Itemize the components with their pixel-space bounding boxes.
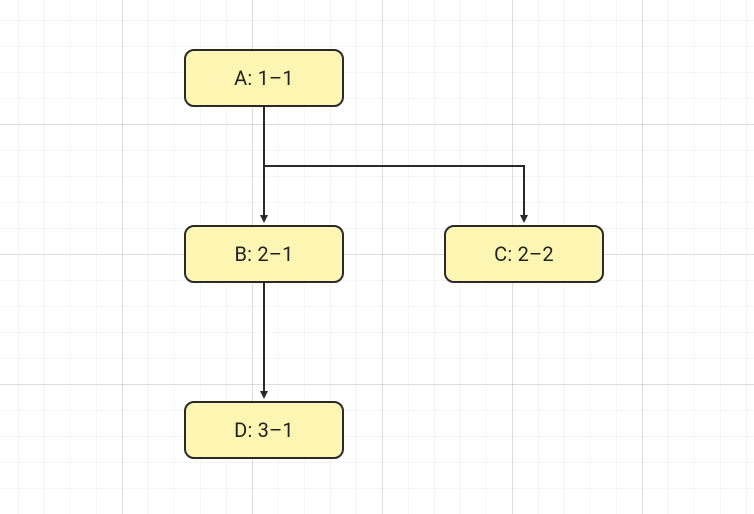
edge-a-c — [264, 107, 524, 221]
node-a[interactable]: A: 1–1 — [184, 49, 344, 107]
node-d-label: D: 3–1 — [234, 418, 294, 442]
node-d[interactable]: D: 3–1 — [184, 401, 344, 459]
node-c[interactable]: C: 2–2 — [444, 225, 604, 283]
node-b[interactable]: B: 2–1 — [184, 225, 344, 283]
node-b-label: B: 2–1 — [234, 242, 293, 266]
diagram-canvas[interactable]: A: 1–1 B: 2–1 C: 2–2 D: 3–1 — [0, 0, 754, 514]
node-a-label: A: 1–1 — [234, 66, 294, 90]
node-c-label: C: 2–2 — [494, 242, 554, 266]
edges-layer — [0, 0, 754, 514]
